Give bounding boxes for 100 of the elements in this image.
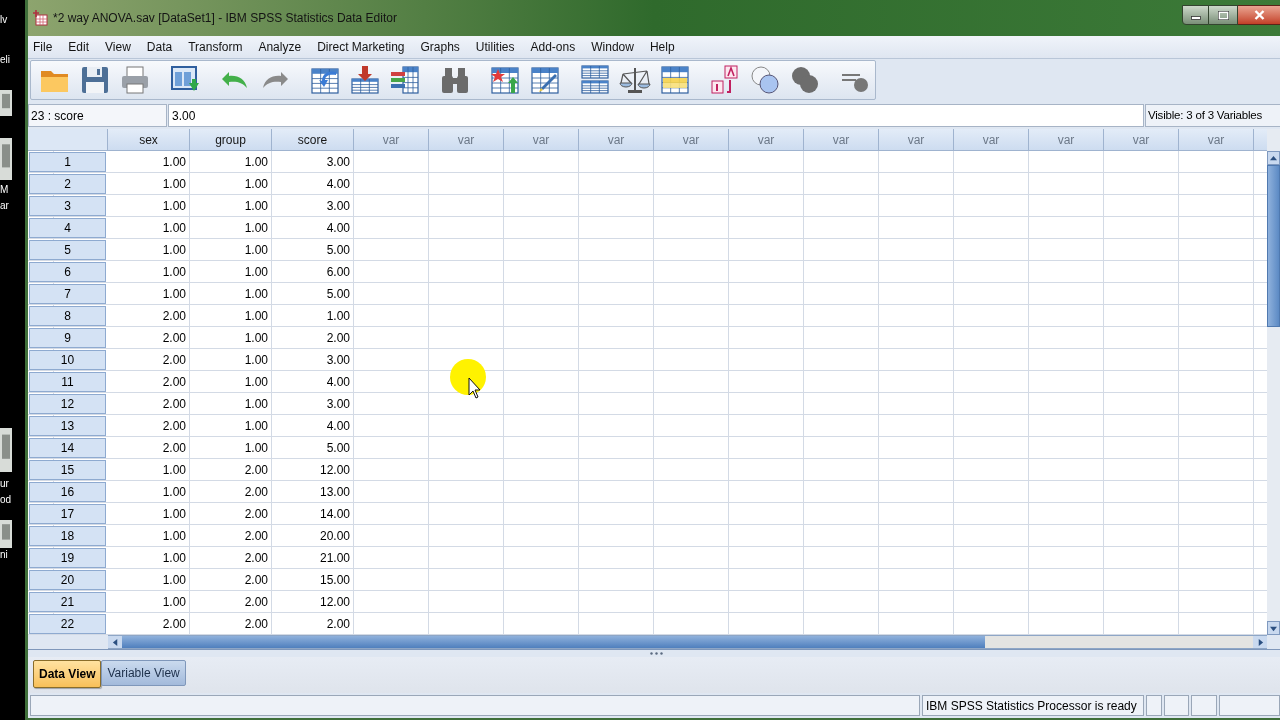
- row-number[interactable]: 12: [29, 394, 106, 414]
- row-number[interactable]: 22: [29, 614, 106, 634]
- menu-item[interactable]: Graphs: [412, 38, 468, 56]
- status-panel: [1191, 695, 1217, 716]
- row-number[interactable]: 14: [29, 438, 106, 458]
- desktop-icon-label: ar: [0, 200, 9, 212]
- column-header[interactable]: score: [272, 129, 354, 151]
- minimize-button[interactable]: [1182, 5, 1209, 25]
- menu-item[interactable]: Data: [138, 38, 181, 56]
- row-number[interactable]: 21: [29, 592, 106, 612]
- highlighted-table-icon[interactable]: [659, 64, 691, 96]
- row-number[interactable]: 17: [29, 504, 106, 524]
- row-number[interactable]: 5: [29, 240, 106, 260]
- close-icon: [1253, 10, 1265, 20]
- table-down-arrow-icon[interactable]: [349, 64, 381, 96]
- menu-item[interactable]: Transform: [180, 38, 251, 56]
- row-number[interactable]: 13: [29, 416, 106, 436]
- status-panel: [1164, 695, 1189, 716]
- menu-item[interactable]: Add-ons: [522, 38, 584, 56]
- column-header[interactable]: var: [1029, 129, 1104, 151]
- desktop-icon-label: lv: [0, 14, 8, 26]
- row-number[interactable]: 3: [29, 196, 106, 216]
- scroll-up-button[interactable]: [1267, 151, 1280, 165]
- row-number[interactable]: 15: [29, 460, 106, 480]
- desktop-icon[interactable]: [0, 520, 12, 548]
- scroll-right-button[interactable]: [1253, 636, 1267, 648]
- column-header-filler: [1254, 129, 1267, 151]
- printer-icon[interactable]: [119, 64, 151, 96]
- column-header[interactable]: var: [1104, 129, 1179, 151]
- table-pen-icon[interactable]: [529, 64, 561, 96]
- row-number[interactable]: 11: [29, 372, 106, 392]
- table-star-icon[interactable]: [489, 64, 521, 96]
- visible-variables-label: Visible: 3 of 3 Variables: [1145, 104, 1280, 127]
- row-number[interactable]: 6: [29, 262, 106, 282]
- scroll-left-button[interactable]: [108, 636, 122, 648]
- column-header[interactable]: var: [1179, 129, 1254, 151]
- minimize-icon: [1190, 16, 1201, 20]
- desktop-icon-label: M: [0, 184, 9, 196]
- row-number[interactable]: 18: [29, 526, 106, 546]
- right-triangle-icon: [1256, 638, 1264, 646]
- filled-circles-icon[interactable]: [789, 64, 821, 96]
- horizontal-scrollbar-thumb[interactable]: [122, 636, 985, 648]
- row-number[interactable]: 20: [29, 570, 106, 590]
- desktop-icon[interactable]: [0, 138, 12, 180]
- column-header[interactable]: var: [504, 129, 579, 151]
- column-header[interactable]: var: [729, 129, 804, 151]
- cell-value-field[interactable]: 3.00: [168, 104, 1144, 127]
- horizontal-scrollbar[interactable]: [108, 635, 1267, 649]
- stacked-tables-icon[interactable]: [579, 64, 611, 96]
- label-boxes-icon[interactable]: [709, 64, 741, 96]
- vertical-scrollbar[interactable]: [1267, 129, 1280, 635]
- menu-item[interactable]: Analyze: [250, 38, 310, 56]
- vertical-scrollbar-thumb[interactable]: [1267, 165, 1280, 327]
- cell-name-field[interactable]: 23 : score: [28, 104, 167, 127]
- status-panel: [1219, 695, 1280, 716]
- column-header[interactable]: var: [429, 129, 504, 151]
- column-header[interactable]: var: [579, 129, 654, 151]
- maximize-icon: [1217, 10, 1229, 20]
- row-number[interactable]: 19: [29, 548, 106, 568]
- menu-item[interactable]: Direct Marketing: [309, 38, 413, 56]
- overlapping-circles-icon[interactable]: [749, 64, 781, 96]
- row-number[interactable]: 4: [29, 218, 106, 238]
- up-triangle-icon: [1270, 154, 1277, 162]
- menu-item[interactable]: File: [28, 38, 61, 56]
- menu-item[interactable]: Utilities: [467, 38, 523, 56]
- desktop-icon-label: ni: [0, 549, 8, 561]
- menu-item[interactable]: View: [97, 38, 139, 56]
- row-number[interactable]: 7: [29, 284, 106, 304]
- row-number[interactable]: 9: [29, 328, 106, 348]
- menu-item[interactable]: Edit: [60, 38, 98, 56]
- column-header[interactable]: var: [354, 129, 429, 151]
- bars-table-icon[interactable]: [389, 64, 421, 96]
- column-header[interactable]: var: [879, 129, 954, 151]
- desktop-icon-label: od: [0, 494, 12, 506]
- row-number[interactable]: 16: [29, 482, 106, 502]
- desktop-icon-label: eli: [0, 54, 10, 66]
- column-header[interactable]: var: [954, 129, 1029, 151]
- down-triangle-icon: [1270, 624, 1277, 632]
- tab[interactable]: Data View: [33, 660, 102, 688]
- status-message: IBM SPSS Statistics Processor is ready: [922, 695, 1144, 716]
- column-header[interactable]: sex: [108, 129, 190, 151]
- row-number[interactable]: 8: [29, 306, 106, 326]
- row-number[interactable]: 1: [29, 152, 106, 172]
- menu-item[interactable]: Window: [583, 38, 642, 56]
- status-panel: [1146, 695, 1162, 716]
- menu-item[interactable]: Help: [641, 38, 683, 56]
- grip-icon[interactable]: [650, 652, 663, 655]
- column-header[interactable]: var: [654, 129, 729, 151]
- scroll-down-button[interactable]: [1267, 621, 1280, 635]
- desktop-icon[interactable]: [0, 428, 12, 472]
- left-triangle-icon: [111, 638, 119, 646]
- row-number[interactable]: 10: [29, 350, 106, 370]
- row-number[interactable]: 2: [29, 174, 106, 194]
- tab[interactable]: Variable View: [101, 660, 186, 686]
- close-button[interactable]: [1238, 5, 1280, 25]
- desktop-icon[interactable]: [0, 90, 12, 116]
- cursor-highlight-icon: [450, 359, 486, 399]
- maximize-button[interactable]: [1209, 5, 1238, 25]
- column-header[interactable]: var: [804, 129, 879, 151]
- column-header[interactable]: group: [190, 129, 272, 151]
